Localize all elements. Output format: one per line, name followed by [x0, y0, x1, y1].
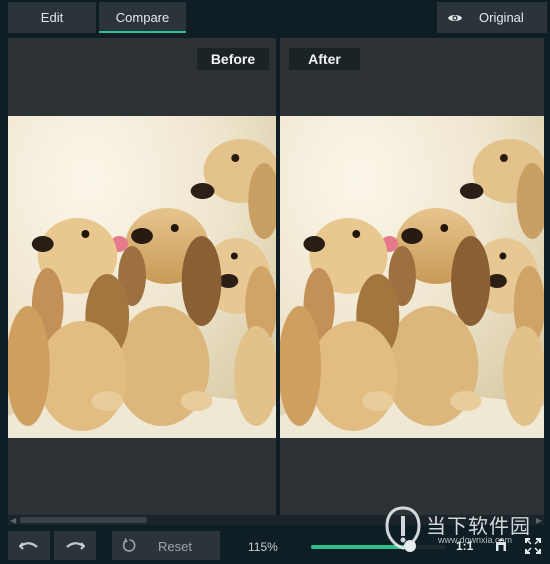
undo-button[interactable]	[8, 531, 50, 560]
watermark-url: www.downxia.com	[438, 535, 513, 545]
zoom-percentage: 115%	[248, 540, 278, 554]
tab-edit-label: Edit	[40, 10, 64, 25]
redo-button[interactable]	[54, 531, 96, 560]
tab-edit[interactable]: Edit	[8, 2, 96, 33]
watermark-logo-icon	[385, 506, 421, 550]
after-pane: After	[280, 38, 544, 515]
tab-compare-label: Compare	[115, 10, 170, 25]
before-photo	[8, 116, 276, 438]
eye-icon	[448, 15, 462, 21]
before-label: Before	[197, 48, 269, 70]
before-pane: Before	[8, 38, 276, 515]
top-toolbar: Edit Compare Original	[0, 0, 550, 38]
reset-icon	[122, 538, 136, 552]
reset-label: Reset	[158, 539, 192, 554]
active-tab-indicator	[99, 31, 186, 33]
watermark: 当下软件园 www.downxia.com	[382, 504, 542, 552]
original-label: Original	[479, 10, 524, 25]
scroll-left-icon[interactable]: ◀	[10, 516, 16, 525]
after-label: After	[289, 48, 360, 70]
redo-icon	[66, 541, 85, 550]
scrollbar-thumb[interactable]	[20, 517, 147, 523]
undo-icon	[19, 541, 38, 550]
tab-compare[interactable]: Compare	[99, 2, 186, 33]
after-photo	[280, 116, 544, 438]
reset-button[interactable]: Reset	[112, 531, 220, 560]
original-button[interactable]: Original	[437, 2, 547, 33]
